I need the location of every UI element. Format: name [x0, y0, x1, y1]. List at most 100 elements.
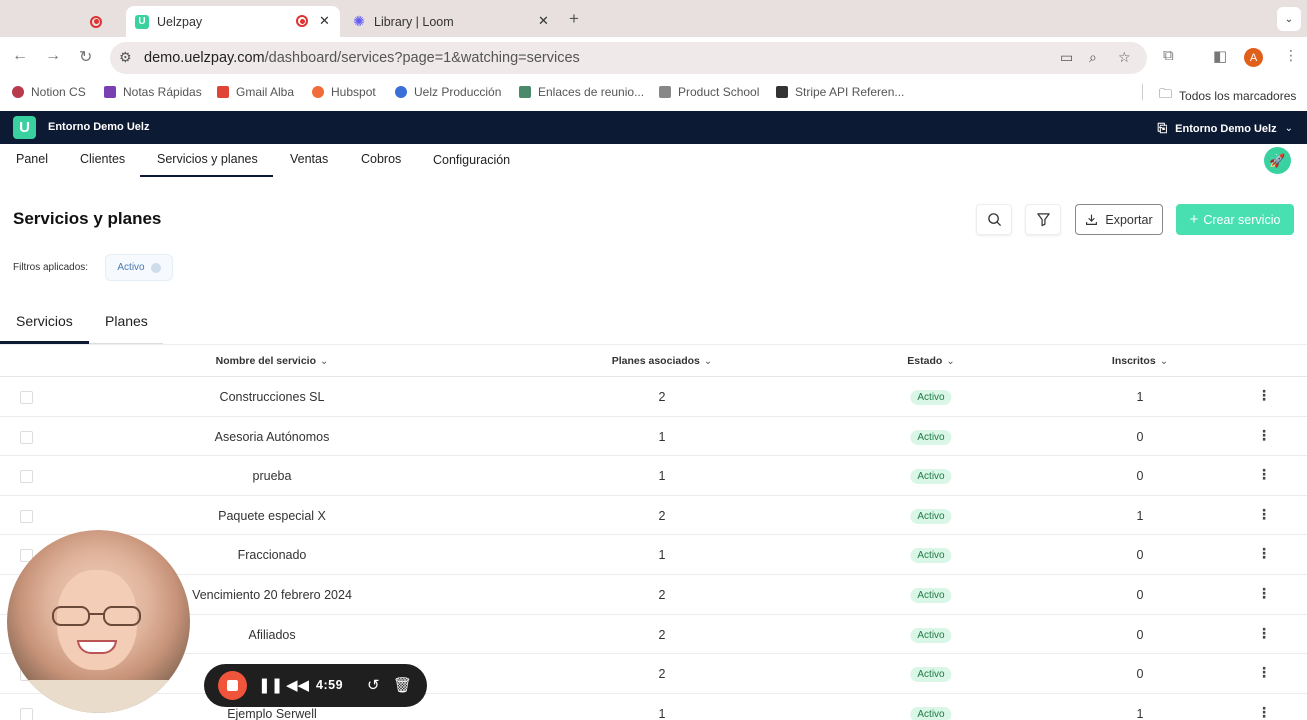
service-name[interactable]: Fraccionado: [238, 548, 307, 562]
tab-loom[interactable]: ✺ Library | Loom ✕: [352, 6, 552, 37]
row-checkbox[interactable]: [20, 391, 33, 404]
restart-icon[interactable]: ↺: [367, 676, 380, 694]
nav-ventas[interactable]: Ventas: [290, 152, 328, 166]
column-inscritos[interactable]: Inscritos ⌄: [1112, 355, 1168, 367]
filter-button[interactable]: [1025, 204, 1061, 235]
table-row[interactable]: Asesoria Autónomos 1 Activo 0 ⋮: [0, 417, 1307, 457]
create-service-button[interactable]: + Crear servicio: [1176, 204, 1294, 235]
close-icon[interactable]: ✕: [538, 13, 549, 29]
service-name[interactable]: prueba: [253, 469, 292, 483]
enrolled-count: 0: [1136, 548, 1144, 563]
service-name[interactable]: Construcciones SL: [220, 390, 325, 404]
column-estado[interactable]: Estado ⌄: [907, 355, 954, 367]
uelzpay-logo[interactable]: U: [13, 116, 36, 139]
enrolled-count: 0: [1136, 429, 1144, 444]
tab-search-button[interactable]: ⌄: [1277, 7, 1301, 31]
tab-uelzpay[interactable]: U Uelzpay ✕: [126, 6, 340, 37]
environment-switcher[interactable]: ⎘ Entorno Demo Uelz ⌄: [1158, 121, 1293, 136]
bookmark-uelz-produccion[interactable]: Uelz Producción: [395, 85, 501, 99]
column-nombre-servicio[interactable]: Nombre del servicio ⌄: [216, 355, 329, 367]
service-name[interactable]: Afiliados: [248, 628, 295, 642]
table-row[interactable]: Fraccionado 1 Activo 0 ⋮: [0, 535, 1307, 575]
back-icon[interactable]: ←: [12, 47, 28, 65]
plans-count: 2: [658, 627, 666, 642]
rewind-icon[interactable]: ◀◀: [286, 676, 309, 694]
bookmark-notas-rapidas[interactable]: Notas Rápidas: [104, 85, 202, 99]
trash-icon[interactable]: 🗑: [393, 676, 412, 694]
clipboard-icon: ⎘: [1157, 121, 1168, 135]
nav-cobros[interactable]: Cobros: [361, 152, 401, 166]
bookmark-hubspot[interactable]: Hubspot: [312, 85, 376, 99]
remove-filter-icon[interactable]: [150, 262, 161, 273]
enrolled-count: 1: [1136, 390, 1144, 404]
kebab-icon[interactable]: ⋮: [1257, 546, 1271, 560]
bookmark-icon: [104, 86, 116, 98]
bookmark-notion-cs[interactable]: Notion CS: [12, 85, 86, 99]
stop-recording-button[interactable]: [218, 671, 247, 700]
tab-planes[interactable]: Planes: [105, 313, 148, 329]
export-button[interactable]: Exportar: [1075, 204, 1163, 235]
row-checkbox[interactable]: [20, 430, 33, 444]
loom-recording-controls: ❚❚ ◀◀ 4:59 ↺ 🗑: [204, 664, 427, 707]
forward-icon[interactable]: →: [45, 47, 61, 65]
site-settings-icon[interactable]: ⚙: [119, 49, 132, 66]
tab-recording[interactable]: [90, 6, 120, 37]
search-button[interactable]: [976, 204, 1012, 235]
nav-configuracion[interactable]: Configuración: [433, 153, 510, 167]
table-row[interactable]: 2 Activo 0 ⋮: [0, 654, 1307, 694]
extensions-icon[interactable]: ⧉: [1163, 47, 1174, 64]
nav-clientes[interactable]: Clientes: [80, 152, 125, 166]
kebab-icon[interactable]: ⋮: [1257, 428, 1271, 442]
kebab-icon[interactable]: ⋮: [1257, 388, 1271, 402]
service-name[interactable]: Asesoria Autónomos: [215, 430, 330, 444]
nav-panel[interactable]: Panel: [16, 152, 48, 166]
star-icon[interactable]: ☆: [1118, 49, 1131, 66]
row-checkbox[interactable]: [20, 470, 33, 484]
service-name[interactable]: Ejemplo Serwell: [227, 707, 317, 720]
kebab-icon[interactable]: ⋮: [1257, 705, 1271, 719]
filter-chip-activo[interactable]: Activo: [105, 254, 173, 281]
service-name[interactable]: Vencimiento 20 febrero 2024: [192, 588, 352, 602]
all-bookmarks[interactable]: 🗀 Todos los marcadores: [1159, 85, 1296, 107]
kebab-icon[interactable]: ⋮: [1257, 507, 1271, 521]
url-text[interactable]: demo.uelzpay.com/dashboard/services?page…: [144, 50, 580, 66]
tab-servicios[interactable]: Servicios: [16, 313, 73, 329]
omnibox[interactable]: ⚙ demo.uelzpay.com/dashboard/services?pa…: [110, 42, 1147, 74]
tab-title: Library | Loom: [374, 14, 454, 29]
table-row[interactable]: Vencimiento 20 febrero 2024 2 Activo 0 ⋮: [0, 575, 1307, 615]
service-name[interactable]: Paquete especial X: [218, 509, 326, 523]
enrolled-count: 0: [1136, 469, 1144, 484]
bookmark-stripe-api[interactable]: Stripe API Referen...: [776, 85, 904, 99]
sidebar-icon[interactable]: ◧: [1213, 47, 1227, 65]
plans-count: 2: [658, 587, 666, 602]
menu-dots-icon[interactable]: ⋮: [1284, 47, 1298, 64]
subtabs: Servicios Planes: [0, 300, 163, 344]
table-row[interactable]: Afiliados 2 Activo 0 ⋮: [0, 615, 1307, 655]
table-row[interactable]: Ejemplo Serwell 1 Activo 1 ⋮: [0, 694, 1307, 720]
pause-icon[interactable]: ❚❚: [258, 676, 283, 694]
reload-icon[interactable]: ↻: [79, 47, 92, 67]
kebab-icon[interactable]: ⋮: [1257, 586, 1271, 600]
column-planes-asociados[interactable]: Planes asociados ⌄: [612, 355, 713, 367]
camera-icon[interactable]: ▭: [1060, 49, 1073, 66]
kebab-icon[interactable]: ⋮: [1257, 665, 1271, 679]
plans-count: 1: [658, 706, 666, 720]
table-row[interactable]: prueba 1 Activo 0 ⋮: [0, 456, 1307, 496]
row-checkbox[interactable]: [20, 509, 33, 523]
page-title: Servicios y planes: [13, 209, 162, 228]
profile-avatar[interactable]: A: [1244, 48, 1263, 67]
table-row[interactable]: Construcciones SL 2 Activo 1 ⋮: [0, 377, 1307, 417]
nav-servicios-y-planes[interactable]: Servicios y planes: [157, 152, 258, 166]
new-tab-button[interactable]: +: [569, 9, 579, 29]
table-row[interactable]: Paquete especial X 2 Activo 1 ⋮: [0, 496, 1307, 536]
kebab-icon[interactable]: ⋮: [1257, 467, 1271, 481]
zoom-icon[interactable]: ⌕: [1089, 49, 1097, 66]
bookmark-gmail-alba[interactable]: Gmail Alba: [217, 85, 294, 99]
kebab-icon[interactable]: ⋮: [1257, 626, 1271, 640]
bookmark-product-school[interactable]: Product School: [659, 85, 759, 99]
rocket-icon[interactable]: 🚀: [1264, 147, 1291, 174]
bookmark-enlaces-reunion[interactable]: Enlaces de reunio...: [519, 85, 644, 99]
close-icon[interactable]: ✕: [319, 13, 330, 29]
enrolled-count: 1: [1136, 706, 1144, 720]
webcam-bubble[interactable]: [7, 530, 190, 713]
